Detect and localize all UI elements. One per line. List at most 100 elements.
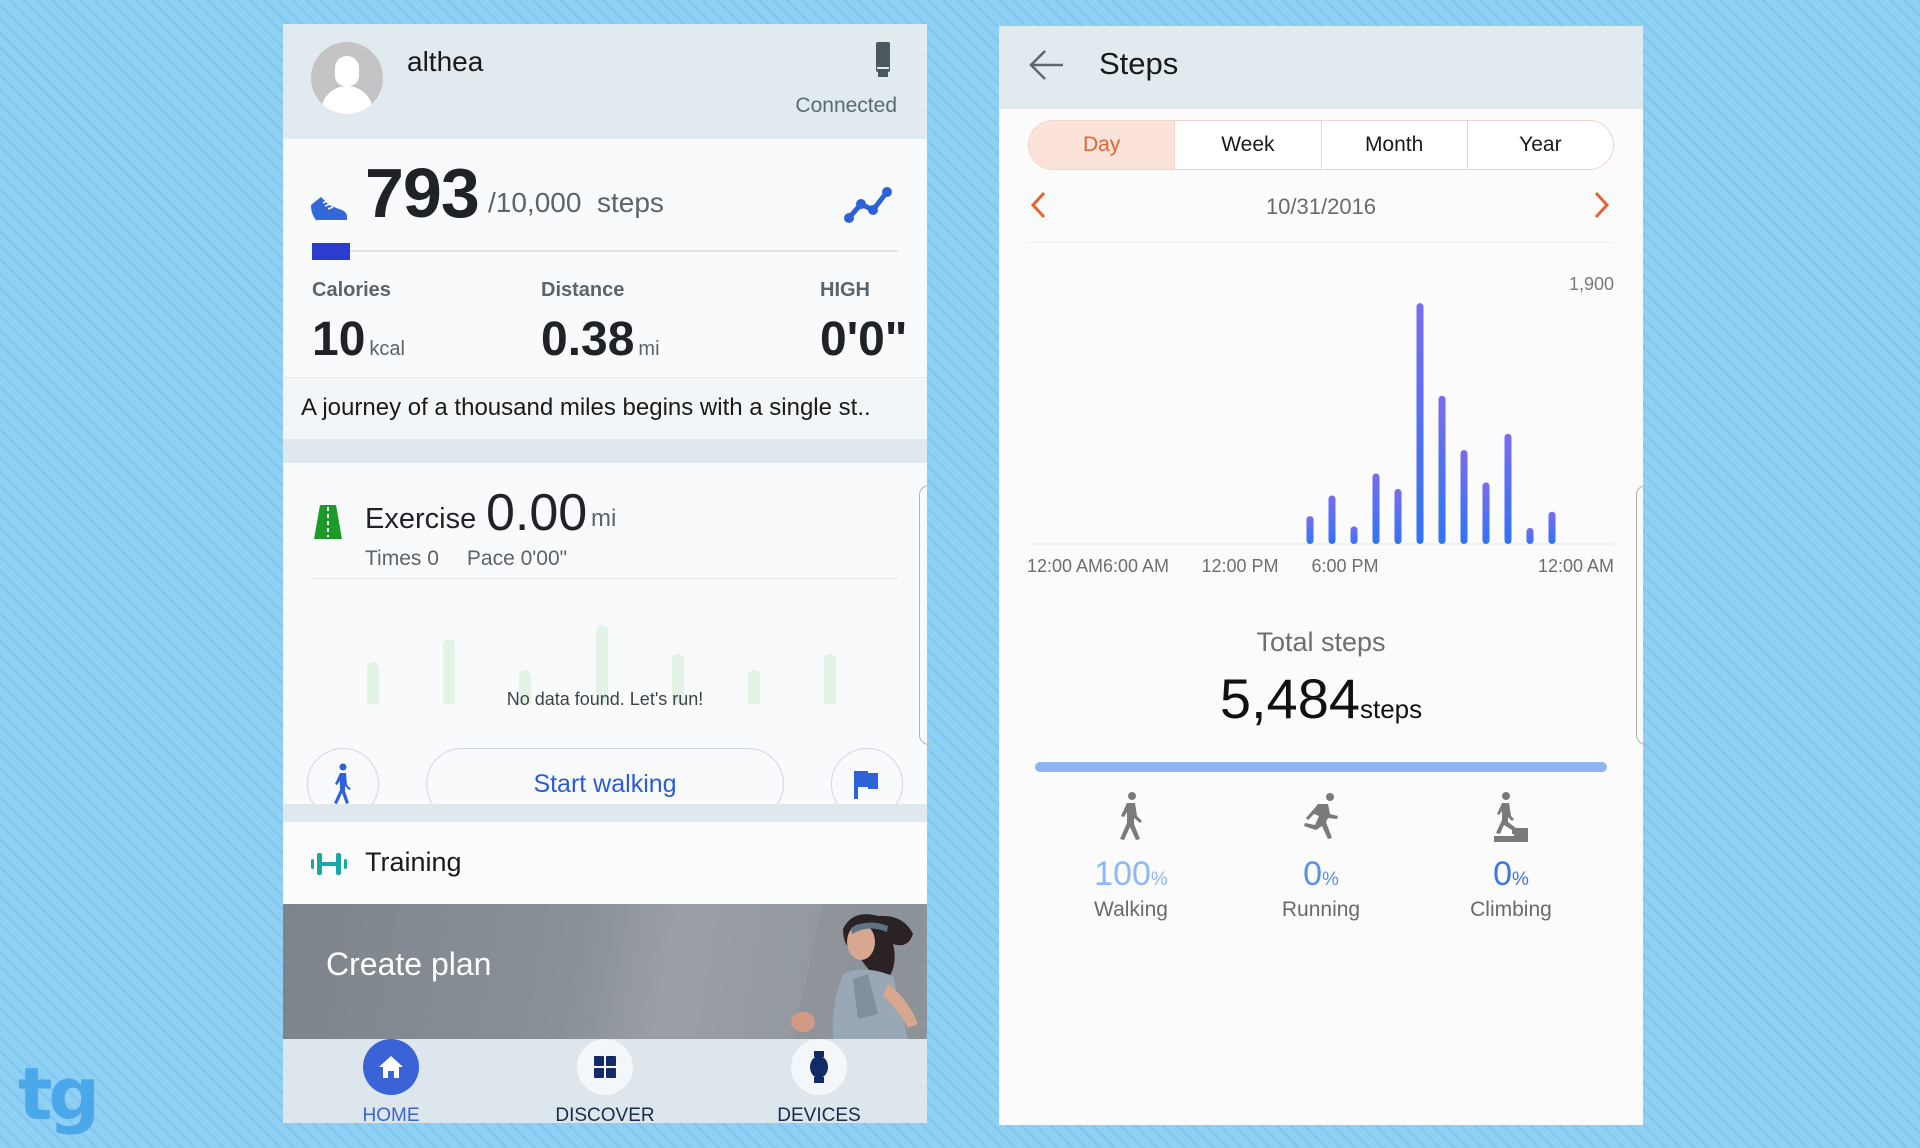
chevron-right-icon[interactable] <box>1593 191 1611 219</box>
steps-unit: steps <box>596 187 664 218</box>
divider <box>312 578 898 579</box>
chart-bar-9-pm <box>1482 482 1490 544</box>
tab-year[interactable]: Year <box>1468 121 1613 169</box>
chart-bar-2-pm <box>1328 495 1336 544</box>
total-steps-value: 5,484 <box>1219 667 1360 730</box>
home-icon <box>379 1056 403 1078</box>
calories-stat: Calories 10 kcal <box>312 279 405 367</box>
activity-breakdown-bar <box>1035 762 1607 772</box>
stat-value: 10 <box>312 313 366 366</box>
exercise-distance: 0.00 <box>486 484 588 542</box>
road-icon <box>314 505 342 539</box>
username: althea <box>407 46 484 77</box>
create-plan-label: Create plan <box>326 946 492 982</box>
activity-name: Walking <box>1094 898 1168 921</box>
percent-sign: % <box>1150 869 1168 890</box>
exercise-label: Exercise <box>365 503 477 535</box>
create-plan-banner[interactable]: Create plan <box>283 904 927 1039</box>
total-steps: 5,484steps <box>999 666 1643 731</box>
activity-running: 0% Running <box>1226 792 1416 922</box>
profile-header: althea Connected <box>283 24 927 139</box>
steps-bar-chart: 1,900 12:00 AM 6:00 AM 12:00 PM 6:00 PM 12:0… <box>1027 274 1614 576</box>
exercise-times: Times 0 <box>365 547 439 570</box>
stat-value: 0.38 <box>541 313 635 366</box>
flag-icon <box>854 771 878 799</box>
activity-walking: 100% Walking <box>1036 792 1226 922</box>
x-tick-label: 12:00 AM <box>1538 556 1614 576</box>
chart-bar-3-pm <box>1350 526 1358 544</box>
nav-devices-circle <box>791 1039 847 1095</box>
nav-label: DEVICES <box>777 1105 861 1123</box>
chart-bar-6-pm <box>1416 303 1424 544</box>
exercise-unit: mi <box>591 505 617 532</box>
activity-name: Running <box>1281 898 1361 921</box>
fitness-band-icon[interactable] <box>876 42 890 78</box>
activity-name: Climbing <box>1470 898 1552 921</box>
dumbbell-icon <box>311 853 347 875</box>
shoe-icon <box>311 197 347 222</box>
stat-label: Distance <box>541 279 625 301</box>
stat-label: HIGH <box>820 279 870 301</box>
activity-percent: 0 <box>1493 855 1512 893</box>
activity-percent: 0 <box>1303 855 1322 893</box>
bars-group <box>1306 303 1556 544</box>
chart-bar-10-pm <box>1504 433 1512 544</box>
period-tabs: Day Week Month Year <box>1028 120 1614 170</box>
high-stat: HIGH 0'0" <box>820 279 908 367</box>
steps-card[interactable]: 793 /10,000 steps Calories 10 kcal Distan… <box>283 139 927 377</box>
running-icon <box>1304 793 1338 839</box>
percent-sign: % <box>1512 869 1529 890</box>
goal-value: /10,000 <box>488 187 582 218</box>
back-arrow-icon[interactable] <box>1029 48 1065 82</box>
climbing-icon <box>1494 792 1528 842</box>
tab-week[interactable]: Week <box>1175 121 1322 169</box>
step-progress-bar <box>312 243 898 260</box>
chart-bar-5-pm <box>1394 488 1402 544</box>
training-label: Training <box>365 847 462 877</box>
tg-watermark-logo: tg <box>18 1052 100 1136</box>
no-data-message: No data found. Let's run! <box>506 689 704 709</box>
walking-icon <box>1120 792 1142 840</box>
x-tick-label: 6:00 AM <box>1103 556 1169 576</box>
activity-climbing: 0% Climbing <box>1416 792 1606 922</box>
exercise-subinfo: Times 0 Pace 0'00" <box>365 547 595 571</box>
tab-day[interactable]: Day <box>1029 121 1176 169</box>
exercise-pace: Pace 0'00" <box>466 547 568 570</box>
chart-bar-1-pm <box>1306 516 1314 544</box>
runner-photo <box>791 904 923 1039</box>
x-tick-label: 12:00 PM <box>1201 556 1278 576</box>
chart-bar-4-pm <box>1372 473 1380 544</box>
exercise-card[interactable]: Exercise 0.00 mi Times 0 Pace 0'00" No da… <box>283 463 927 820</box>
steps-detail-screen: Steps Day Week Month Year 10/31/2016 1,9… <box>999 26 1643 1125</box>
nav-discover-circle <box>577 1039 633 1095</box>
distance-stat: Distance 0.38 mi <box>541 279 660 367</box>
chart-bar-8-pm <box>1460 450 1468 544</box>
grid-icon <box>594 1056 616 1078</box>
motivational-quote: A journey of a thousand miles begins wit… <box>283 377 927 439</box>
chart-bar-12-am <box>1548 511 1556 544</box>
avatar-body <box>321 86 373 114</box>
nav-discover[interactable]: DISCOVER <box>525 1039 685 1123</box>
x-tick-label: 12:00 AM <box>1027 556 1103 576</box>
stat-unit: kcal <box>369 338 405 360</box>
app-bar: Steps <box>999 26 1643 109</box>
chart-bar-11-pm <box>1526 527 1534 544</box>
avatar[interactable] <box>311 42 383 114</box>
training-card[interactable]: Training <box>283 822 927 904</box>
trend-graph-icon[interactable] <box>843 184 895 224</box>
tab-month[interactable]: Month <box>1322 121 1468 169</box>
fitness-home-screen: althea Connected 793 /10,000 steps Calor… <box>283 24 927 1123</box>
activity-percent: 100 <box>1094 855 1151 893</box>
x-tick-label: 6:00 PM <box>1311 556 1378 576</box>
section-divider <box>283 804 927 822</box>
nav-home[interactable]: HOME <box>311 1039 471 1123</box>
percent-sign: % <box>1322 869 1339 890</box>
nav-label: DISCOVER <box>555 1105 655 1123</box>
edge-panel-handle[interactable] <box>919 485 929 745</box>
step-count: 793 <box>365 154 480 232</box>
device-status: Connected <box>795 94 897 117</box>
nav-devices[interactable]: DEVICES <box>739 1039 899 1123</box>
edge-panel-handle[interactable] <box>1636 485 1646 745</box>
section-divider <box>283 439 927 463</box>
avatar-head <box>335 56 359 86</box>
